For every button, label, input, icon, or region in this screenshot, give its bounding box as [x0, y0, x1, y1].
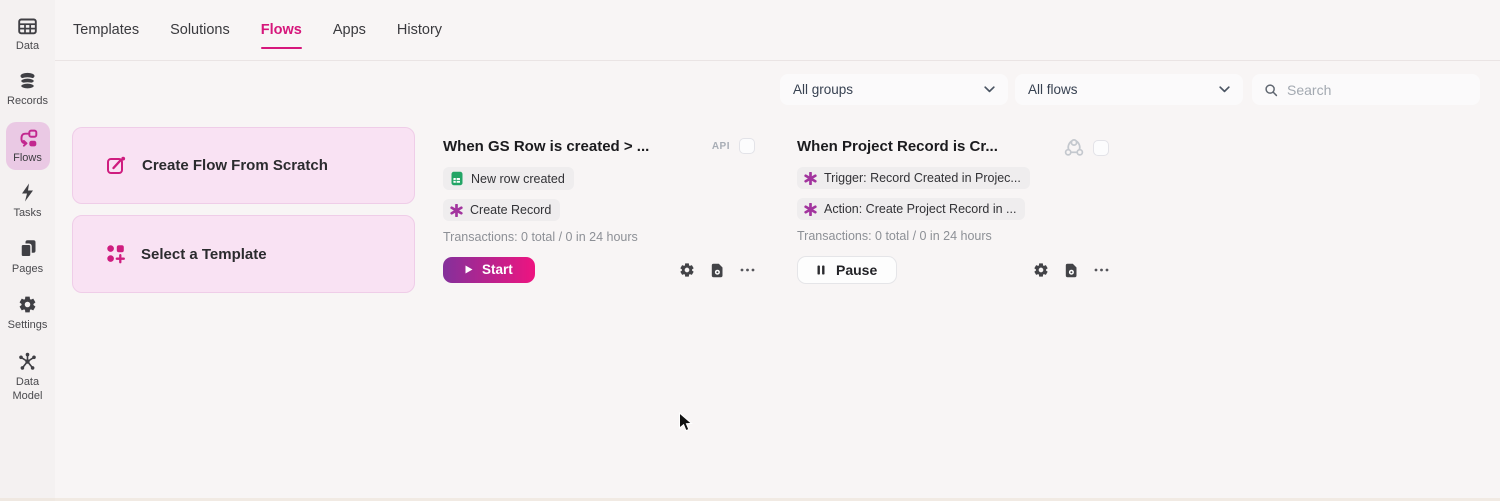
flows-filter-select[interactable]: All flows	[1015, 74, 1243, 105]
flow-step-trigger: Trigger: Record Created in Projec...	[797, 167, 1030, 189]
asterisk-icon	[804, 171, 817, 185]
play-icon	[465, 265, 473, 274]
pause-flow-label: Pause	[836, 261, 878, 278]
nav-tab-history[interactable]: History	[397, 22, 442, 38]
sidebar-item-label: Data Model	[12, 375, 43, 403]
sidebar: Data Records Flows Tasks Pages Settings …	[0, 0, 55, 501]
ellipsis-icon	[740, 268, 755, 272]
gear-icon	[19, 297, 36, 313]
nav-tab-apps[interactable]: Apps	[333, 22, 366, 38]
mouse-cursor	[678, 412, 694, 433]
nav-tab-flows[interactable]: Flows	[260, 22, 302, 49]
flow-step-label: Create Record	[470, 203, 552, 217]
nav-tab-templates[interactable]: Templates	[73, 22, 139, 38]
search-field[interactable]	[1252, 74, 1480, 105]
gear-icon	[680, 263, 694, 277]
flow-step-action: Create Record	[443, 199, 561, 221]
sidebar-item-settings[interactable]: Settings	[6, 295, 50, 332]
pause-flow-button[interactable]: Pause	[797, 256, 898, 284]
chevron-down-icon	[1219, 86, 1230, 93]
gear-icon	[1034, 263, 1048, 277]
groups-filter-select[interactable]: All groups	[780, 74, 1008, 105]
groups-filter-value: All groups	[793, 82, 854, 97]
flow-logs-button[interactable]	[711, 263, 724, 278]
file-log-icon	[711, 263, 723, 277]
pause-icon	[817, 265, 825, 274]
flow-icon	[19, 129, 37, 147]
asterisk-icon	[804, 202, 817, 216]
flow-logs-button[interactable]	[1065, 263, 1078, 278]
create-flow-from-scratch-card[interactable]: Create Flow From Scratch	[72, 127, 415, 204]
flow-more-button[interactable]	[740, 268, 755, 272]
select-template-card[interactable]: Select a Template	[72, 215, 415, 293]
select-template-label: Select a Template	[141, 245, 267, 263]
flow-step-trigger: New row created	[443, 167, 574, 190]
sidebar-item-tasks[interactable]: Tasks	[6, 183, 50, 220]
transactions-text: Transactions: 0 total / 0 in 24 hours	[797, 229, 992, 243]
table-icon	[18, 18, 37, 35]
pages-icon	[19, 240, 35, 258]
spreadsheet-icon	[451, 171, 463, 186]
transactions-text: Transactions: 0 total / 0 in 24 hours	[443, 230, 638, 244]
search-icon	[1265, 83, 1278, 96]
start-flow-label: Start	[482, 262, 513, 277]
database-icon	[19, 73, 36, 91]
pencil-square-icon	[107, 156, 126, 174]
flow-card: When Project Record is Cr... Trigger: Re…	[797, 138, 1109, 284]
sidebar-item-flows[interactable]: Flows	[5, 121, 50, 170]
template-icon	[107, 245, 125, 264]
flow-title: When Project Record is Cr...	[797, 138, 998, 155]
flow-settings-button[interactable]	[1033, 262, 1049, 278]
api-badge: API	[711, 140, 730, 152]
flow-title: When GS Row is created > ...	[443, 138, 650, 155]
flow-settings-button[interactable]	[679, 262, 695, 278]
flow-step-label: Action: Create Project Record in ...	[824, 202, 1017, 216]
flow-select-checkbox[interactable]	[1093, 139, 1109, 156]
sidebar-item-label: Settings	[7, 319, 48, 332]
data-model-icon	[19, 352, 36, 370]
sidebar-item-label: Pages	[11, 263, 44, 276]
flow-more-button[interactable]	[1094, 268, 1109, 272]
create-flow-label: Create Flow From Scratch	[142, 157, 328, 174]
start-flow-button[interactable]: Start	[443, 257, 535, 283]
sidebar-item-records[interactable]: Records	[6, 72, 50, 108]
flow-step-action: Action: Create Project Record in ...	[797, 198, 1026, 220]
asterisk-icon	[450, 203, 463, 217]
lightning-icon	[22, 183, 33, 202]
sidebar-item-label: Records	[7, 95, 48, 108]
file-log-icon	[1065, 263, 1077, 277]
webhook-icon	[1064, 139, 1084, 156]
top-nav: Templates Solutions Flows Apps History	[55, 0, 1500, 61]
sidebar-item-pages[interactable]: Pages	[6, 239, 50, 276]
sidebar-item-label: Data	[15, 40, 40, 52]
flow-select-checkbox[interactable]	[739, 138, 755, 154]
sidebar-item-data[interactable]: Data	[6, 18, 50, 53]
sidebar-item-label: Flows	[13, 151, 42, 164]
sidebar-item-data-model[interactable]: Data Model	[6, 352, 50, 404]
flow-card: When GS Row is created > ... API New row…	[443, 138, 755, 283]
ellipsis-icon	[1094, 268, 1109, 272]
sidebar-item-label: Tasks	[13, 206, 42, 219]
flow-step-label: New row created	[471, 171, 565, 186]
nav-tab-solutions[interactable]: Solutions	[170, 22, 230, 38]
chevron-down-icon	[984, 86, 995, 93]
flows-filter-value: All flows	[1028, 82, 1078, 97]
search-input[interactable]	[1287, 81, 1468, 98]
flow-step-label: Trigger: Record Created in Projec...	[824, 171, 1021, 185]
